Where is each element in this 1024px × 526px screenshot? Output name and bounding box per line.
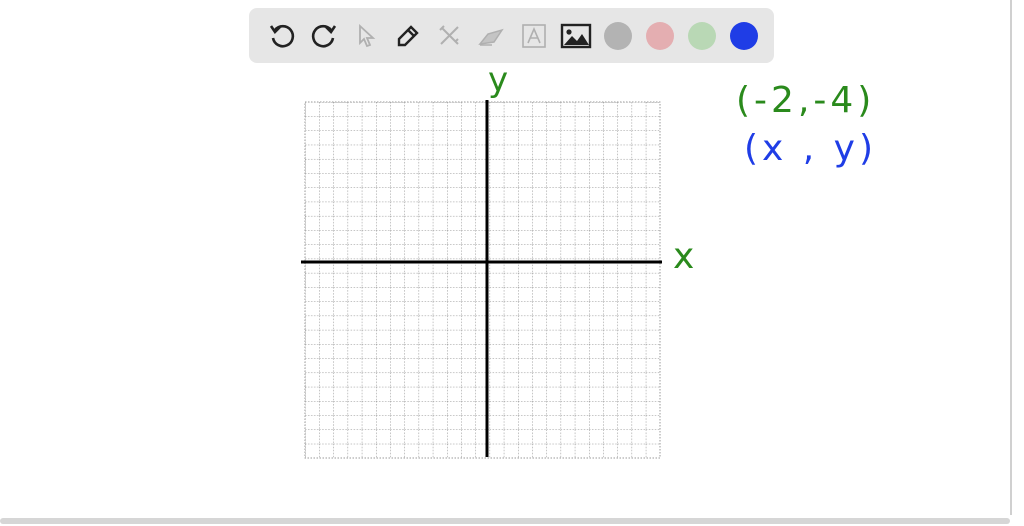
- x-axis-label: x: [673, 236, 699, 277]
- vertical-scrollbar[interactable]: [1010, 0, 1012, 515]
- ordered-pair-annotation: (x , y): [744, 128, 878, 169]
- horizontal-scrollbar[interactable]: [0, 518, 1010, 524]
- point-annotation: (-2,-4): [736, 80, 876, 121]
- y-axis-label: y: [488, 60, 513, 100]
- grid-paper: [304, 101, 661, 459]
